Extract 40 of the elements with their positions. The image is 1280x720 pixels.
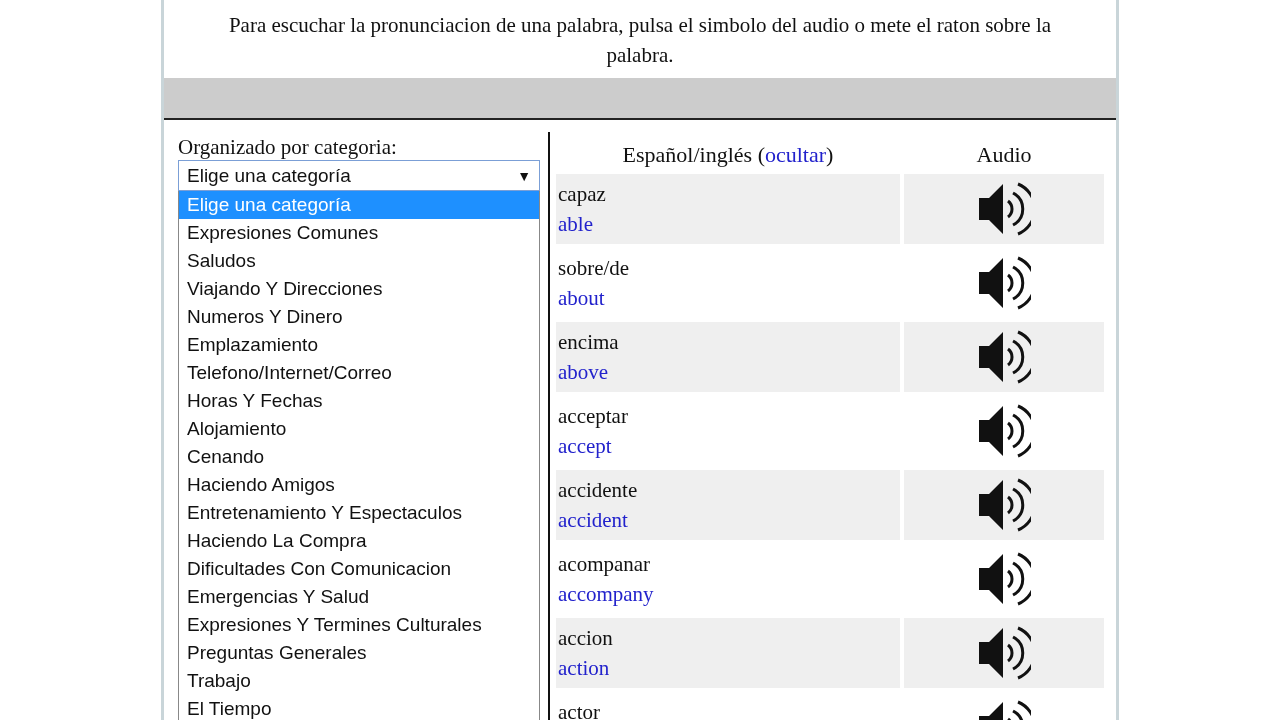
- category-option[interactable]: Horas Y Fechas: [179, 387, 539, 415]
- category-option[interactable]: El Tiempo: [179, 695, 539, 720]
- english-word[interactable]: accident: [558, 505, 898, 535]
- category-option[interactable]: Emplazamiento: [179, 331, 539, 359]
- category-option[interactable]: Haciendo Amigos: [179, 471, 539, 499]
- spanish-word: accidente: [558, 477, 639, 504]
- category-option[interactable]: Telefono/Internet/Correo: [179, 359, 539, 387]
- spanish-word: acompanar: [558, 551, 652, 578]
- column-header: Español/inglés (ocultar): [622, 142, 834, 167]
- category-option[interactable]: Preguntas Generales: [179, 639, 539, 667]
- english-word[interactable]: above: [558, 357, 898, 387]
- category-option[interactable]: Alojamiento: [179, 415, 539, 443]
- english-word[interactable]: action: [558, 653, 898, 683]
- caret-icon: ▼: [517, 167, 531, 184]
- english-word[interactable]: about: [558, 283, 898, 313]
- hide-link[interactable]: ocultar: [764, 142, 827, 167]
- english-word[interactable]: accept: [558, 431, 898, 461]
- category-option[interactable]: Saludos: [179, 247, 539, 275]
- spanish-word: acceptar: [558, 403, 629, 430]
- category-label: Organizado por categoria:: [178, 134, 398, 160]
- column-header: Audio: [976, 142, 1032, 167]
- category-option[interactable]: Emergencias Y Salud: [179, 583, 539, 611]
- category-option[interactable]: Trabajo: [179, 667, 539, 695]
- category-option[interactable]: Dificultades Con Comunicacion: [179, 555, 539, 583]
- spanish-word: capaz: [558, 181, 607, 208]
- spanish-word: accion: [558, 625, 614, 652]
- instructions-text: Para escuchar la pronunciacion de una palabra, pulsa el simbolo del audio o mete el raton sobre la palabra.: [227, 12, 1053, 69]
- category-select[interactable]: Elige una categoría ▼: [178, 160, 540, 191]
- category-option[interactable]: Viajando Y Direcciones: [179, 275, 539, 303]
- spanish-word: sobre/de: [558, 255, 631, 282]
- english-word[interactable]: accompany: [558, 579, 898, 609]
- category-option[interactable]: Numeros Y Dinero: [179, 303, 539, 331]
- category-option[interactable]: Haciendo La Compra: [179, 527, 539, 555]
- category-option[interactable]: Expresiones Comunes: [179, 219, 539, 247]
- category-option[interactable]: Cenando: [179, 443, 539, 471]
- category-option[interactable]: Expresiones Y Termines Culturales: [179, 611, 539, 639]
- english-word[interactable]: able: [558, 209, 898, 239]
- spanish-word: encima: [558, 329, 620, 356]
- spanish-word: actor: [558, 699, 601, 720]
- category-option[interactable]: Entretenamiento Y Espectaculos: [179, 499, 539, 527]
